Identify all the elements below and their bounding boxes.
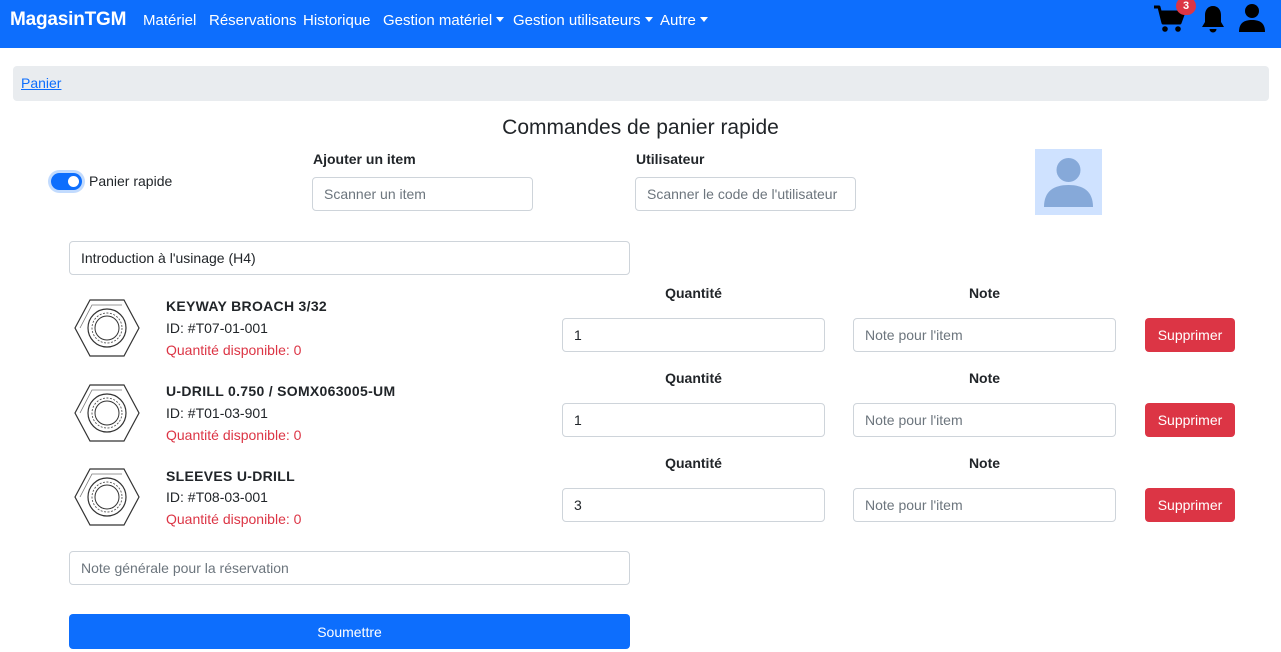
cart-count-badge: 3 <box>1176 0 1196 15</box>
nav-item-label: Matériel <box>143 12 197 29</box>
nav-item-label: Gestion matériel <box>383 12 493 29</box>
item-name: SLEEVES U-DRILL <box>166 468 295 484</box>
breadcrumb: Panier <box>13 66 1269 101</box>
nav-item-label: Historique <box>303 12 371 29</box>
breadcrumb-link-panier[interactable]: Panier <box>21 75 61 91</box>
bell-icon[interactable] <box>1200 4 1226 34</box>
submit-button[interactable]: Soumettre <box>69 614 630 649</box>
nav-item-label: Réservations <box>209 12 297 29</box>
nav-item-materiel[interactable]: Matériel <box>143 12 196 29</box>
course-field[interactable] <box>69 241 630 275</box>
nav-dropdown-gestion-utilisateurs[interactable]: Gestion utilisateurs <box>513 12 653 29</box>
user-placeholder-icon <box>1044 158 1093 207</box>
hex-nut-icon <box>74 468 140 526</box>
caret-down-icon <box>644 17 653 22</box>
user-avatar <box>1035 149 1102 215</box>
delete-item-button[interactable]: Supprimer <box>1145 403 1235 437</box>
quantity-input[interactable] <box>562 318 825 352</box>
quantity-input[interactable] <box>562 403 825 437</box>
quantity-label: Quantité <box>665 455 722 471</box>
hex-nut-icon <box>74 384 140 442</box>
scan-item-input[interactable] <box>312 177 533 211</box>
nav-dropdown-autre[interactable]: Autre <box>660 12 708 29</box>
item-id: ID: #T08-03-001 <box>166 489 268 505</box>
item-name: KEYWAY BROACH 3/32 <box>166 298 328 314</box>
quantity-label: Quantité <box>665 370 722 386</box>
item-available-quantity: Quantité disponible: 0 <box>166 511 302 527</box>
item-available-quantity: Quantité disponible: 0 <box>166 427 302 443</box>
note-label: Note <box>968 370 1001 386</box>
note-label: Note <box>968 285 1001 301</box>
caret-down-icon <box>699 17 708 22</box>
item-note-input[interactable] <box>853 488 1116 522</box>
add-item-label: Ajouter un item <box>313 151 416 167</box>
quick-cart-toggle-label: Panier rapide <box>89 173 173 189</box>
quantity-input[interactable] <box>562 488 825 522</box>
user-label: Utilisateur <box>636 151 705 167</box>
item-name: U-DRILL 0.750 / SOMX063005-UM <box>166 383 396 399</box>
nav-dropdown-gestion-materiel[interactable]: Gestion matériel <box>383 12 505 29</box>
delete-item-button[interactable]: Supprimer <box>1145 488 1235 522</box>
item-id: ID: #T01-03-901 <box>166 405 268 421</box>
top-navbar: MagasinTGM Matériel Réservations Histori… <box>0 0 1281 48</box>
delete-item-button[interactable]: Supprimer <box>1145 318 1235 352</box>
nav-item-reservations[interactable]: Réservations <box>209 12 297 29</box>
user-icon[interactable] <box>1238 3 1266 33</box>
page-title: Commandes de panier rapide <box>502 116 779 139</box>
nav-item-label: Autre <box>660 12 696 29</box>
brand-logo[interactable]: MagasinTGM <box>10 9 126 31</box>
item-note-input[interactable] <box>853 318 1116 352</box>
hex-nut-icon <box>74 299 140 357</box>
caret-down-icon <box>496 17 505 22</box>
item-note-input[interactable] <box>853 403 1116 437</box>
note-label: Note <box>968 455 1001 471</box>
item-available-quantity: Quantité disponible: 0 <box>166 342 302 358</box>
general-note-input[interactable] <box>69 551 630 585</box>
quick-cart-toggle[interactable] <box>51 173 82 190</box>
item-id: ID: #T07-01-001 <box>166 320 268 336</box>
nav-item-historique[interactable]: Historique <box>303 12 371 29</box>
nav-item-label: Gestion utilisateurs <box>513 12 641 29</box>
scan-user-input[interactable] <box>635 177 856 211</box>
quantity-label: Quantité <box>665 285 722 301</box>
